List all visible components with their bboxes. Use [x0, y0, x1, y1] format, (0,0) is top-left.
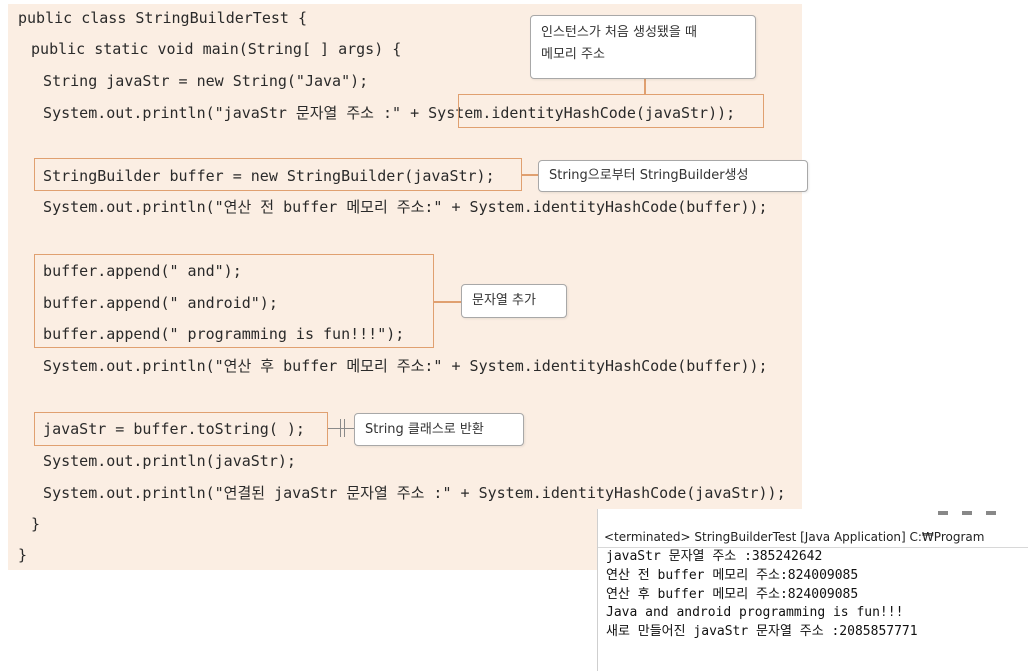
callout-text: 문자열 추가: [472, 293, 536, 308]
code-line: }: [22, 515, 41, 533]
close-icon[interactable]: [986, 511, 996, 515]
code-panel: public class StringBuilderTest { public …: [8, 4, 808, 570]
callout-text: 인스턴스가 처음 생성됐을 때: [541, 25, 697, 40]
callout-to-string: String 클래스로 반환: [354, 413, 524, 446]
console-output-line: Java and android programming is fun!!!: [606, 605, 904, 620]
console-output-line: 연산 전 buffer 메모리 주소:824009085: [606, 568, 859, 583]
connector-tick: [344, 419, 345, 437]
connector-line: [522, 174, 538, 176]
connector-line: [328, 428, 354, 429]
console-output-line: javaStr 문자열 주소 :385242642: [606, 549, 823, 564]
tostring-highlight: [34, 412, 328, 446]
callout-builder-from-string: String으로부터 StringBuilder생성: [538, 160, 808, 192]
code-line: }: [18, 546, 28, 564]
code-line: System.out.println("연산 전 buffer 메모리 주소:"…: [25, 198, 768, 216]
code-line: System.out.println("연산 후 buffer 메모리 주소:"…: [25, 357, 768, 375]
maximize-icon[interactable]: [962, 511, 972, 515]
callout-append: 문자열 추가: [461, 284, 567, 318]
callout-text: String으로부터 StringBuilder생성: [549, 168, 749, 183]
connector-line: [644, 78, 646, 95]
connector-line: [434, 301, 461, 303]
console-view: <terminated> StringBuilderTest [Java App…: [597, 509, 1028, 671]
connector-tick: [340, 419, 341, 437]
callout-first-creation: 인스턴스가 처음 생성됐을 때 메모리 주소: [530, 15, 756, 79]
callout-text: String 클래스로 반환: [365, 422, 484, 437]
console-output-line: 새로 만들어진 javaStr 문자열 주소 :2085857771: [606, 624, 918, 639]
code-line: System.out.println("연결된 javaStr 문자열 주소 :…: [25, 484, 786, 502]
console-title: <terminated> StringBuilderTest [Java App…: [604, 530, 985, 544]
append-block-highlight: [34, 254, 434, 348]
callout-text: 메모리 주소: [541, 47, 605, 62]
minimize-icon[interactable]: [938, 511, 948, 515]
console-output-line: 연산 후 buffer 메모리 주소:824009085: [606, 587, 859, 602]
identity-hash-highlight: [458, 94, 764, 128]
code-line: System.out.println(javaStr);: [25, 452, 296, 470]
code-line: public class StringBuilderTest {: [18, 9, 307, 27]
code-line: String javaStr = new String("Java");: [25, 72, 369, 90]
stringbuilder-creation-highlight: [34, 158, 522, 191]
code-line: public static void main(String[ ] args) …: [22, 40, 402, 58]
